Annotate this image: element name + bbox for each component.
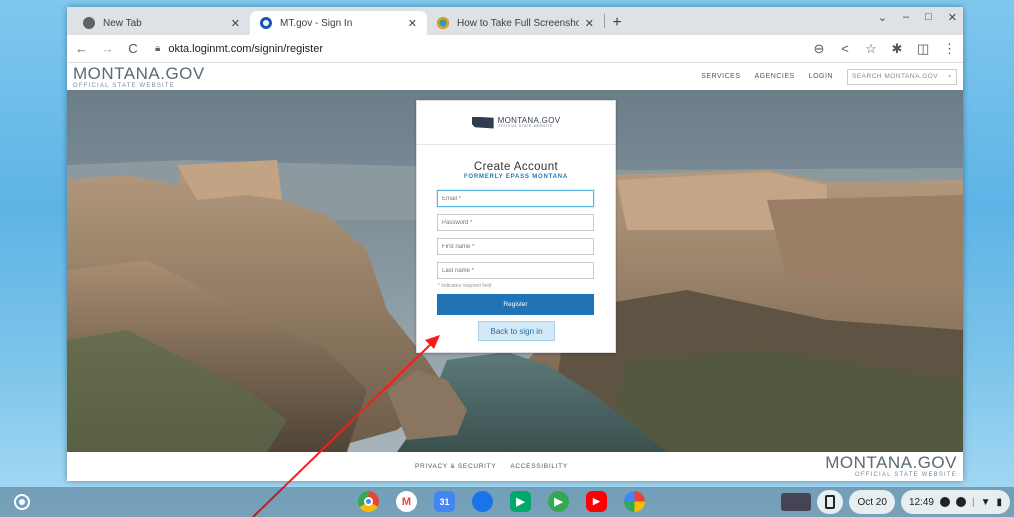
site-search-input[interactable]: SEARCH MONTANA.GOV ⌕ (847, 68, 957, 85)
lock-icon[interactable]: 🔒︎ (155, 43, 160, 54)
os-taskbar: M 31 ▶ ▶ ▶ Oct 20 12:49 | ▼ ▮ (0, 487, 1014, 517)
url-text[interactable]: okta.loginmt.com/signin/register (168, 43, 323, 55)
mt-gov-favicon-icon (260, 17, 272, 29)
tab-search-icon[interactable]: ⌄ (878, 11, 887, 24)
separator: | (971, 496, 975, 508)
reload-icon[interactable]: C (127, 41, 139, 56)
search-placeholder: SEARCH MONTANA.GOV (852, 73, 939, 80)
app-shelf: M 31 ▶ ▶ ▶ (358, 491, 645, 512)
back-arrow-icon[interactable]: ← (75, 41, 88, 56)
first-name-field[interactable] (437, 238, 594, 255)
footer-brand-name: MONTANA.GOV (825, 453, 957, 472)
close-tab-icon[interactable]: ✕ (408, 17, 417, 30)
form-subtitle: FORMERLY EPASS MONTANA (463, 174, 569, 180)
card-logo-text: MONTANA.GOV OFFICIAL STATE WEBSITE (497, 116, 561, 129)
browser-toolbar: ← → C 🔒︎ okta.loginmt.com/signin/registe… (67, 35, 963, 63)
forward-arrow-icon[interactable]: → (101, 41, 114, 56)
required-field-note: * indicates required field (438, 283, 492, 289)
date-text: Oct 20 (857, 496, 887, 508)
date-pill[interactable]: Oct 20 (849, 490, 895, 514)
meet-app-icon[interactable]: ▶ (510, 491, 531, 512)
brand-subtitle: OFFICIAL STATE WEBSITE (73, 82, 175, 89)
tab-mt-gov-sign-in[interactable]: MT.gov - Sign In ✕ (250, 11, 427, 35)
gmail-app-icon[interactable]: M (396, 491, 417, 512)
footer-logo[interactable]: MONTANA.GOV OFFICIAL STATE WEBSITE (825, 454, 957, 478)
notification-icon (939, 497, 950, 507)
brand-name: MONTANA.GOV (73, 63, 205, 83)
search-icon[interactable]: ⌕ (948, 73, 952, 81)
close-tab-icon[interactable]: ✕ (585, 17, 594, 30)
site-footer: PRIVACY & SECURITY ACCESSIBILITY MONTANA… (67, 452, 963, 481)
hero-canyon-image: MONTANA.GOV OFFICIAL STATE WEBSITE Creat… (67, 90, 963, 452)
wifi-icon: ▼ (980, 496, 991, 508)
accessibility-link[interactable]: ACCESSIBILITY (510, 463, 568, 470)
menu-kebab-icon[interactable]: ⋮ (943, 41, 956, 57)
clipboard-tray[interactable] (817, 490, 844, 514)
privacy-security-link[interactable]: PRIVACY & SECURITY (415, 463, 496, 470)
form-title: Create Account (473, 161, 559, 173)
montana-gov-logo[interactable]: MONTANA.GOV OFFICIAL STATE WEBSITE (73, 65, 205, 89)
card-logo: MONTANA.GOV OFFICIAL STATE WEBSITE (417, 101, 615, 145)
card-logo-subtitle: OFFICIAL STATE WEBSITE (497, 123, 553, 128)
tab-new-tab[interactable]: New Tab ✕ (73, 11, 250, 35)
site-header: MONTANA.GOV OFFICIAL STATE WEBSITE SERVI… (67, 63, 963, 90)
address-bar[interactable]: 🔒︎ okta.loginmt.com/signin/register (155, 43, 323, 55)
play-store-app-icon[interactable]: ▶ (548, 491, 569, 512)
system-status-pill[interactable]: 12:49 | ▼ ▮ (900, 490, 1010, 514)
web-page: MONTANA.GOV OFFICIAL STATE WEBSITE SERVI… (67, 63, 963, 481)
chrome-favicon-icon (437, 17, 449, 29)
new-tab-button[interactable]: + (605, 11, 629, 35)
battery-icon: ▮ (996, 496, 1002, 508)
tab-how-to-screenshots[interactable]: How to Take Full Screenshots - C ✕ (427, 11, 604, 35)
files-app-icon[interactable] (472, 491, 493, 512)
footer-brand-subtitle: OFFICIAL STATE WEBSITE (855, 472, 957, 478)
side-panel-icon[interactable]: ◫ (917, 41, 929, 57)
status-tray: Oct 20 12:49 | ▼ ▮ (781, 490, 1010, 514)
photos-app-icon[interactable] (624, 491, 645, 512)
password-field[interactable] (437, 214, 594, 231)
close-window-icon[interactable]: ✕ (948, 11, 957, 24)
extensions-icon[interactable]: ✱ (891, 41, 903, 57)
calendar-app-icon[interactable]: 31 (434, 491, 455, 512)
back-to-sign-in-button[interactable]: Back to sign in (478, 321, 555, 341)
vpn-icon (955, 497, 966, 507)
site-nav: SERVICES AGENCIES LOGIN SEARCH MONTANA.G… (701, 68, 957, 85)
zoom-icon[interactable]: ⊖ (813, 41, 825, 57)
clipboard-icon (825, 495, 836, 509)
screen-capture-thumbnail[interactable] (781, 493, 812, 511)
nav-login-link[interactable]: LOGIN (809, 73, 833, 80)
tab-title: MT.gov - Sign In (280, 17, 353, 29)
toolbar-actions: ⊖ < ☆ ✱ ◫ ⋮ (813, 41, 956, 57)
nav-services-link[interactable]: SERVICES (701, 73, 740, 80)
footer-links: PRIVACY & SECURITY ACCESSIBILITY (415, 463, 568, 470)
chrome-app-icon[interactable] (358, 491, 379, 512)
tab-title: How to Take Full Screenshots - C (457, 17, 579, 29)
minimize-icon[interactable]: – (903, 11, 909, 24)
tab-strip: New Tab ✕ MT.gov - Sign In ✕ How to Take… (67, 7, 963, 35)
maximize-icon[interactable]: □ (925, 11, 932, 24)
montana-state-icon (471, 116, 494, 129)
close-tab-icon[interactable]: ✕ (231, 17, 240, 30)
browser-window: New Tab ✕ MT.gov - Sign In ✕ How to Take… (67, 7, 963, 481)
window-controls: ⌄ – □ ✕ (878, 11, 957, 24)
new-tab-favicon-icon (83, 17, 95, 29)
launcher-icon[interactable] (14, 494, 30, 510)
bookmark-star-icon[interactable]: ☆ (865, 41, 877, 57)
email-field[interactable] (437, 190, 594, 207)
share-icon[interactable]: < (839, 41, 851, 56)
last-name-field[interactable] (437, 262, 594, 279)
youtube-app-icon[interactable]: ▶ (586, 491, 607, 512)
create-account-card: MONTANA.GOV OFFICIAL STATE WEBSITE Creat… (416, 100, 616, 353)
nav-agencies-link[interactable]: AGENCIES (755, 73, 795, 80)
tab-title: New Tab (103, 17, 142, 29)
register-button[interactable]: Register (437, 294, 594, 315)
time-text: 12:49 (908, 496, 934, 508)
